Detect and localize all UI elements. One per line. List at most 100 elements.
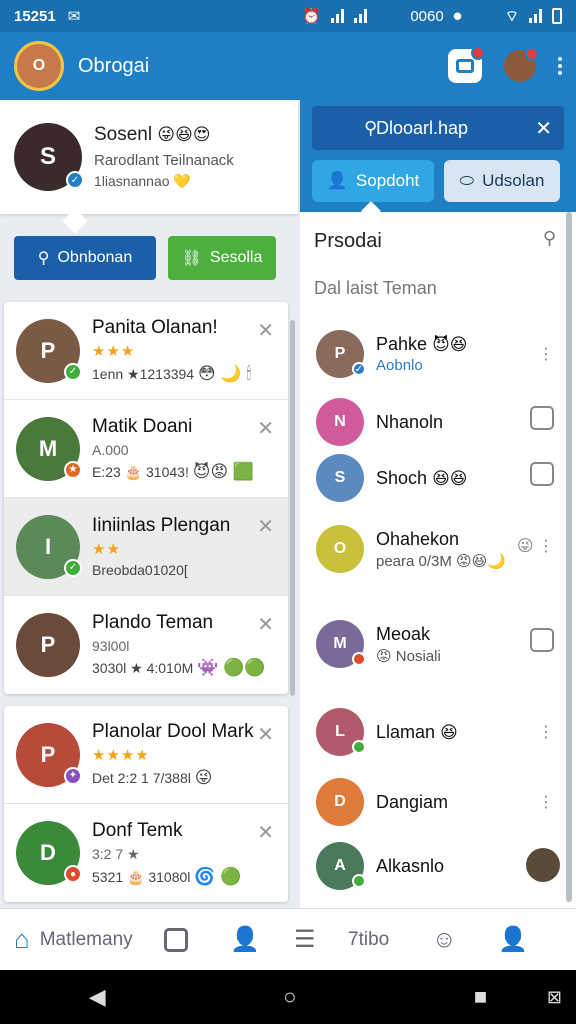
suggestion-item[interactable]: S Shoch 😆😆	[316, 448, 560, 508]
back-icon[interactable]: ◀	[89, 984, 106, 1010]
signal-icon	[330, 9, 344, 23]
more-options-icon[interactable]	[558, 57, 562, 75]
more-options-icon[interactable]: ⋮	[538, 722, 554, 742]
record-icon: ⏺	[453, 7, 462, 25]
profile-card[interactable]: S ✓ Sosenl 😜😆😍 Rarodlant Teilnanack 1lia…	[0, 100, 298, 214]
suggestion-item[interactable]: N Nhanoln	[316, 392, 560, 452]
friend-avatar: P	[16, 613, 80, 677]
online-status-icon	[352, 874, 366, 888]
tab-label: Sopdoht	[355, 171, 420, 190]
name-emojis: 😆😆	[432, 468, 468, 488]
search-friends-label: Obnbonan	[57, 249, 133, 266]
friend-rating: ★★★★	[92, 747, 150, 764]
recents-icon[interactable]: ■	[474, 984, 487, 1010]
profile-subtitle-2: 1liasnannao	[94, 173, 170, 189]
suggestion-item[interactable]: M Meoak 😡 Nosiali	[316, 614, 560, 674]
suggestion-sub[interactable]: Aobnlo	[376, 357, 468, 374]
right-pane: ⚲ Dlooarl.hap ✕ 👤 Sopdoht ⬭ Udsolan Prso…	[300, 100, 576, 908]
search-query: Dlooarl.hap	[376, 117, 469, 138]
suggestion-name: Meoak	[376, 623, 431, 644]
friend-row[interactable]: P ✓ Panita Olanan! ★★★ 1enn ★1213394 😳 🌙…	[4, 302, 288, 400]
suggestion-avatar: L	[316, 708, 366, 756]
left-scrollbar[interactable]	[290, 320, 295, 696]
suggestion-name: Pahke	[376, 334, 428, 354]
suggestion-item[interactable]: D Dangiam ⋮	[316, 772, 560, 832]
nav-tribe[interactable]: 7tibo	[348, 929, 432, 951]
heart-icon: 💛	[173, 173, 191, 189]
share-button[interactable]: ⛓ Sesolla	[168, 236, 276, 280]
friend-name: Panita Olanan!	[92, 317, 218, 338]
suggestion-item[interactable]: L Llaman 😆 ⋮	[316, 702, 560, 762]
cell-signal-icon	[529, 9, 542, 23]
timer-icon[interactable]	[530, 628, 554, 652]
friend-rating: 93l00l	[92, 638, 130, 654]
list-subtitle: Dal laist Teman	[314, 278, 437, 298]
status-time: 15251	[14, 7, 56, 25]
friend-meta: E:23 🎂 31043!	[92, 463, 189, 480]
friend-row-selected[interactable]: I ✓ Iiniinlas Plengan ★★ Breobda01020[ ✕	[4, 498, 288, 596]
friend-meta: 1enn ★1213394	[92, 366, 195, 382]
friend-row[interactable]: P ✦ Planolar Dool Mark ★★★★ Det 2:2 1 7/…	[4, 706, 288, 804]
nav-feed[interactable]: ☰	[294, 925, 348, 954]
add-friend-icon[interactable]	[530, 462, 554, 486]
dismiss-icon[interactable]: ✕	[257, 722, 274, 747]
friend-emojis: 😈😡 🟩	[192, 461, 255, 481]
app-title: Obrogai	[78, 54, 150, 77]
profile-name: Sosenl	[94, 124, 153, 145]
suggestion-name: Dangiam	[376, 791, 449, 812]
messages-button[interactable]	[448, 46, 485, 83]
list-title: Prsodai	[314, 230, 382, 252]
suggestion-avatar: O	[316, 525, 364, 573]
right-scrollbar[interactable]	[566, 212, 572, 902]
friend-rating: 3:2 7 ★	[92, 845, 140, 862]
home-icon: ⌂	[14, 924, 30, 954]
more-options-icon[interactable]: ⋮	[538, 344, 554, 364]
edit-icon[interactable]	[530, 406, 554, 430]
emoji-reaction-icon[interactable]: 😜 ⋮	[517, 536, 554, 556]
calendar-icon	[164, 927, 188, 952]
friend-row[interactable]: P Plando Teman 93l00l 3030l ★ 4:010M 👾 🟢…	[4, 596, 288, 694]
suggestion-item[interactable]: O Ohahekon peara 0/3M 😡😆🌙 😜 ⋮	[316, 516, 560, 582]
account-icon: 👤	[498, 926, 528, 953]
nav-account[interactable]: 👤	[498, 925, 528, 954]
screenshot-icon[interactable]: ⊠	[547, 987, 562, 1008]
online-status-icon: ✓	[64, 362, 82, 381]
more-options-icon[interactable]: ⋮	[538, 792, 554, 812]
tab-suggestions[interactable]: 👤 Sopdoht	[312, 160, 434, 202]
nav-home[interactable]: ⌂ Matlemany	[14, 924, 164, 955]
tab-invites[interactable]: ⬭ Udsolan	[444, 160, 560, 202]
friend-row[interactable]: M ★ Matik Doani A.000 E:23 🎂 31043! 😈😡 🟩…	[4, 400, 288, 498]
wifi-icon: ⌔	[504, 7, 519, 25]
friend-row[interactable]: D ● Donf Temk 3:2 7 ★ 5321 🎂 31080l 🌀 🟢 …	[4, 804, 288, 902]
search-icon[interactable]: ⚲	[543, 228, 556, 249]
suggestion-item[interactable]: A Alkasnlo	[316, 836, 560, 896]
nav-calendar[interactable]	[164, 927, 230, 952]
nav-profile[interactable]: 👤	[230, 925, 294, 954]
dismiss-icon[interactable]: ✕	[257, 514, 274, 539]
friend-list-card-1: P ✓ Panita Olanan! ★★★ 1enn ★1213394 😳 🌙…	[4, 302, 288, 694]
user-icon: 👤	[326, 171, 348, 190]
friend-emojis: 👾 🟢🟢	[197, 658, 266, 677]
dismiss-icon[interactable]: ✕	[257, 820, 274, 845]
friend-meta: 5321 🎂 31080l	[92, 868, 191, 885]
friend-request-avatar[interactable]	[504, 47, 539, 82]
suggestion-name: Ohahekon	[376, 528, 460, 549]
user-avatar[interactable]: O	[14, 41, 64, 91]
search-friends-button[interactable]: ⚲ Obnbonan	[14, 236, 156, 280]
home-circle-icon[interactable]: ○	[283, 984, 296, 1010]
close-icon[interactable]: ✕	[535, 116, 552, 141]
profile-subtitle: Rarodlant Teilnanack	[94, 152, 234, 169]
nav-notifications[interactable]: ☺	[432, 926, 498, 954]
online-status-icon: ✓	[64, 558, 82, 577]
dismiss-icon[interactable]: ✕	[257, 612, 274, 637]
system-nav-bar: ◀ ○ ■ ⊠	[0, 970, 576, 1024]
search-field[interactable]: ⚲ Dlooarl.hap ✕	[312, 106, 564, 150]
nav-home-label: Matlemany	[39, 928, 133, 950]
dismiss-icon[interactable]: ✕	[257, 416, 274, 441]
suggestion-item[interactable]: P ✓ Pahke 😈😆 Aobnlo ⋮	[316, 324, 560, 384]
friend-avatar: I ✓	[16, 514, 82, 579]
dismiss-icon[interactable]: ✕	[257, 318, 274, 343]
emoji-face-icon: ☺	[432, 925, 457, 953]
friend-avatar: M ★	[16, 416, 82, 481]
status-icon: ★	[64, 460, 82, 479]
